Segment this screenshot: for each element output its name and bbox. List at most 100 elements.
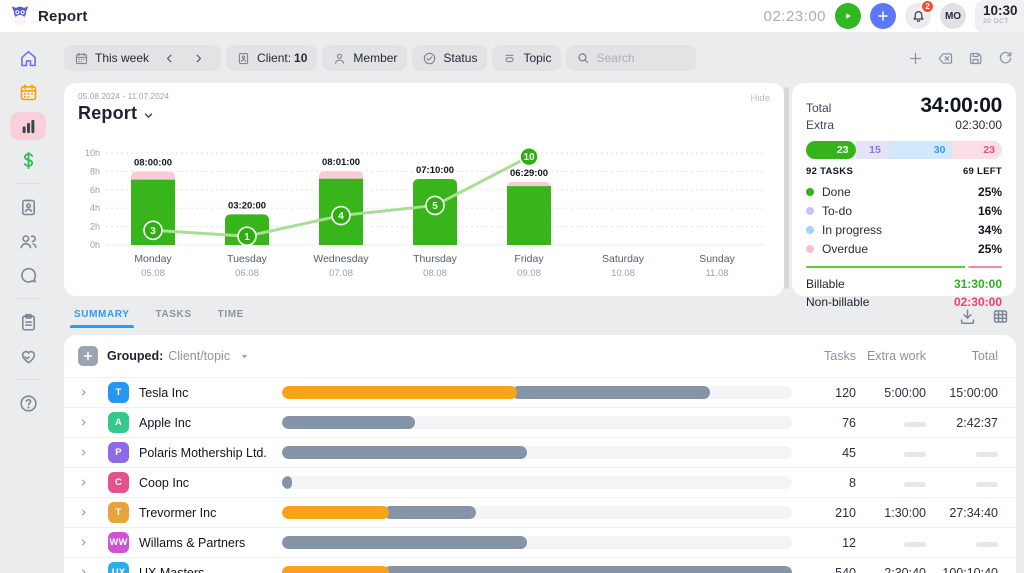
total-value: 34:00:00 bbox=[920, 94, 1002, 118]
sidebar-item-chat[interactable] bbox=[10, 261, 46, 289]
extra-bar bbox=[282, 566, 389, 573]
expand-chevron-icon[interactable] bbox=[78, 417, 89, 428]
help-icon bbox=[18, 393, 39, 414]
sidebar-item-home[interactable] bbox=[10, 44, 46, 72]
table-row[interactable]: C Coop Inc 8 bbox=[64, 467, 1016, 497]
sidebar-item-dollar[interactable] bbox=[10, 146, 46, 174]
notifications-button[interactable]: 2 bbox=[905, 3, 931, 29]
download-icon[interactable] bbox=[958, 307, 977, 326]
table-row[interactable]: T Trevormer Inc 210 1:30:00 27:34:40 bbox=[64, 497, 1016, 527]
table-row[interactable]: WW Willams & Partners 12 bbox=[64, 527, 1016, 557]
cell-extra-work bbox=[856, 476, 926, 490]
filter-status[interactable]: Status bbox=[412, 45, 487, 71]
column-total[interactable]: Total bbox=[926, 349, 998, 363]
extra-bar bbox=[282, 386, 517, 399]
start-timer-button[interactable] bbox=[835, 3, 861, 29]
column-tasks[interactable]: Tasks bbox=[792, 349, 856, 363]
client-avatar: T bbox=[108, 382, 129, 403]
chat-icon bbox=[18, 265, 39, 286]
legend-dot bbox=[806, 188, 814, 196]
chevron-down-icon bbox=[142, 109, 155, 122]
sidebar-item-heart-care[interactable] bbox=[10, 342, 46, 370]
id-badge-icon bbox=[236, 51, 251, 66]
user-avatar[interactable]: MO bbox=[940, 3, 966, 29]
table-row[interactable]: UX UX Masters 540 2:30:40 100:10:40 bbox=[64, 557, 1016, 573]
table-row[interactable]: P Polaris Mothership Ltd. 45 bbox=[64, 437, 1016, 467]
save-icon[interactable] bbox=[967, 50, 984, 67]
svg-text:Thursday: Thursday bbox=[413, 253, 458, 265]
table-row[interactable]: T Tesla Inc 120 5:00:00 15:00:00 bbox=[64, 377, 1016, 407]
topic-icon bbox=[502, 51, 517, 66]
svg-text:6h: 6h bbox=[90, 185, 100, 195]
cell-total: 2:42:37 bbox=[926, 416, 998, 430]
add-button[interactable] bbox=[870, 3, 896, 29]
client-avatar: C bbox=[108, 472, 129, 493]
sidebar-item-clipboard[interactable] bbox=[10, 308, 46, 336]
cell-total bbox=[926, 476, 998, 490]
cell-total bbox=[926, 536, 998, 550]
sidebar-item-calendar[interactable] bbox=[10, 78, 46, 106]
filter-value: 10 bbox=[294, 51, 307, 65]
cell-total: 15:00:00 bbox=[926, 386, 998, 400]
progress-segment: 15 bbox=[856, 141, 888, 159]
report-type-dropdown[interactable]: Report bbox=[78, 103, 772, 124]
tracked-bar bbox=[282, 536, 527, 549]
svg-text:08:01:00: 08:01:00 bbox=[322, 157, 360, 168]
expand-chevron-icon[interactable] bbox=[78, 447, 89, 458]
sidebar-item-help[interactable] bbox=[10, 389, 46, 417]
table-row[interactable]: A Apple Inc 76 2:42:37 bbox=[64, 407, 1016, 437]
column-extra-work[interactable]: Extra work bbox=[856, 349, 926, 363]
filter-member[interactable]: Member bbox=[322, 45, 407, 71]
prev-period-icon[interactable] bbox=[163, 52, 176, 65]
plus-icon[interactable] bbox=[907, 50, 924, 67]
client-progress-track bbox=[282, 566, 792, 573]
filter-topic[interactable]: Topic bbox=[492, 45, 561, 71]
tab-time[interactable]: TIME bbox=[218, 309, 244, 327]
filter-client[interactable]: Client:10 bbox=[226, 45, 317, 71]
sidebar-item-users[interactable] bbox=[10, 227, 46, 255]
search-box[interactable] bbox=[566, 45, 696, 71]
expand-chevron-icon[interactable] bbox=[78, 477, 89, 488]
tab-summary[interactable]: SUMMARY bbox=[74, 309, 130, 327]
svg-text:5: 5 bbox=[432, 201, 438, 212]
cell-tasks: 540 bbox=[792, 566, 856, 573]
legend-label: To-do bbox=[822, 204, 852, 218]
sidebar-item-bar-chart[interactable] bbox=[10, 112, 46, 140]
page-title: Report bbox=[38, 8, 88, 25]
client-name: Willams & Partners bbox=[139, 536, 245, 550]
expand-chevron-icon[interactable] bbox=[78, 567, 89, 573]
client-avatar: WW bbox=[108, 532, 129, 553]
expand-chevron-icon[interactable] bbox=[78, 507, 89, 518]
date-range: 05.08.2024 - 11.07.2024 bbox=[78, 92, 772, 101]
svg-text:11.08: 11.08 bbox=[705, 268, 728, 279]
chart-card: 05.08.2024 - 11.07.2024 Report Hide 0h2h… bbox=[64, 83, 784, 296]
table-view-icon[interactable] bbox=[991, 307, 1010, 326]
sidebar-divider bbox=[15, 183, 41, 184]
vertical-scrollbar[interactable] bbox=[784, 87, 789, 289]
client-name: Trevormer Inc bbox=[139, 506, 216, 520]
status-legend: Done 25% To-do 16% In progress 34% Overd… bbox=[806, 182, 1002, 258]
svg-text:8h: 8h bbox=[90, 166, 100, 176]
table-header-row: Grouped: Client/topic Tasks Extra work T… bbox=[64, 335, 1016, 377]
refresh-icon[interactable] bbox=[997, 50, 1014, 67]
hide-link[interactable]: Hide bbox=[750, 93, 770, 104]
clear-icon[interactable] bbox=[937, 50, 954, 67]
filter-this-week[interactable]: This week bbox=[64, 45, 221, 71]
tab-tasks[interactable]: TASKS bbox=[156, 309, 192, 327]
filter-label: Topic bbox=[523, 51, 551, 65]
clock-widget[interactable]: 10:30 20 OCT bbox=[975, 0, 1024, 33]
next-period-icon[interactable] bbox=[192, 52, 205, 65]
cell-extra-work bbox=[856, 536, 926, 550]
client-name: Apple Inc bbox=[139, 416, 191, 430]
add-group-button[interactable] bbox=[78, 346, 98, 366]
expand-chevron-icon[interactable] bbox=[78, 537, 89, 548]
caret-down-icon[interactable] bbox=[239, 351, 250, 362]
search-input[interactable] bbox=[596, 51, 686, 65]
cell-tasks: 210 bbox=[792, 506, 856, 520]
expand-chevron-icon[interactable] bbox=[78, 387, 89, 398]
svg-text:Friday: Friday bbox=[514, 253, 544, 265]
sidebar-item-id-badge[interactable] bbox=[10, 193, 46, 221]
weekly-bar-chart: 0h2h4h6h8h10h08:00:00Monday05.0803:20:00… bbox=[72, 141, 772, 291]
grouped-value[interactable]: Client/topic bbox=[168, 349, 230, 363]
calendar-icon bbox=[18, 82, 39, 103]
